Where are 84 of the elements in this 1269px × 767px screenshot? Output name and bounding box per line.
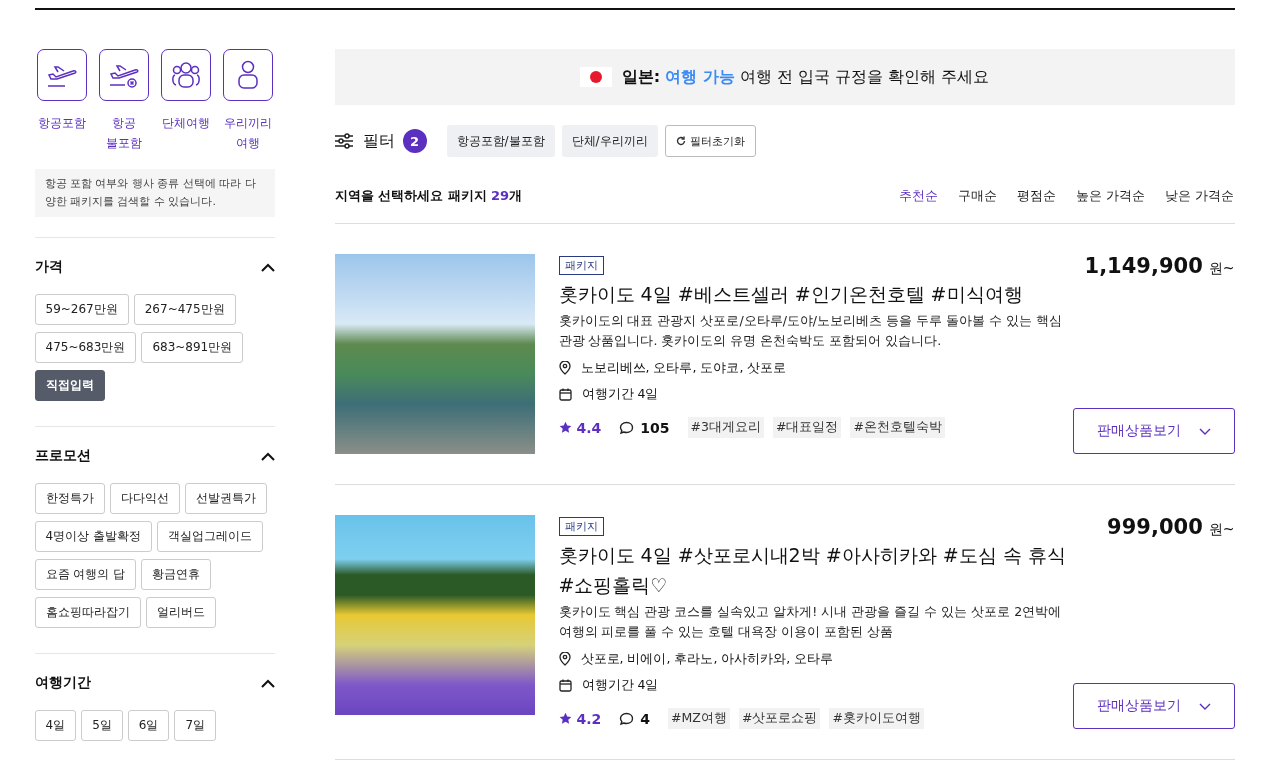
filter-option[interactable]: 다다익선 (109, 483, 180, 514)
filter-option[interactable]: 4명이상 출발확정 (34, 521, 152, 552)
results-count: 지역을 선택하세요 패키지 29개 (334, 187, 523, 205)
sort-option[interactable]: 낮은 가격순 (1165, 187, 1235, 205)
product-type-badge: 패키지 (558, 517, 604, 536)
filter-option[interactable]: 객실업그레이드 (156, 521, 263, 552)
filter-section-title: 여행기간 (34, 674, 91, 692)
hashtag[interactable]: #홋카이도여행 (829, 708, 924, 729)
japan-flag-icon (579, 67, 612, 87)
hashtag[interactable]: #삿포로쇼핑 (738, 708, 821, 729)
chevron-up-icon[interactable] (260, 262, 275, 272)
filter-option[interactable]: 475~683만원 (34, 332, 137, 363)
price-unit: 원~ (1208, 260, 1235, 278)
rating-value: 4.2 (576, 710, 602, 727)
category-button[interactable]: 단체여행 (158, 49, 213, 153)
comment-icon (619, 711, 635, 726)
chevron-down-icon (1198, 702, 1211, 710)
view-products-button[interactable]: 판매상품보기 (1072, 408, 1235, 454)
filter-count-badge: 2 (402, 129, 427, 153)
filter-option[interactable]: 6일 (127, 710, 170, 741)
filter-option[interactable]: 683~891만원 (141, 332, 244, 363)
product-duration: 여행기간 4일 (581, 385, 659, 403)
calendar-icon (558, 387, 572, 401)
filter-option[interactable]: 요즘 여행의 답 (34, 559, 137, 590)
product-description: 홋카이도의 대표 관광지 삿포로/오타루/도야/노보리베츠 등을 두루 돌아볼 수 있는 핵심 관광 상품입니다. 홋카이도의 유명 온천숙박도 포함되어 있습니다. (558, 312, 1063, 350)
category-button[interactable]: 항공포함 (34, 49, 89, 153)
active-filter-chip[interactable]: 항공포함/불포함 (446, 125, 555, 157)
filter-option[interactable]: 7일 (174, 710, 217, 741)
filter-option[interactable]: 얼리버드 (145, 597, 216, 628)
product-price: 999,000 (1107, 515, 1203, 539)
group-icon (169, 59, 202, 91)
filter-option[interactable]: 267~475만원 (133, 294, 236, 325)
sort-option[interactable]: 추천순 (899, 187, 939, 205)
filter-section-title: 프로모션 (34, 447, 91, 465)
active-filter-chip[interactable]: 단체/우리끼리 (561, 125, 658, 157)
filter-option[interactable]: 한정특가 (34, 483, 105, 514)
hashtag[interactable]: #3대게요리 (687, 417, 764, 438)
filter-option[interactable]: 4일 (34, 710, 77, 741)
filter-icon (334, 133, 353, 149)
chevron-up-icon[interactable] (260, 678, 275, 688)
category-button[interactable]: 우리끼리 여행 (220, 49, 275, 153)
photo-placeholder[interactable] (334, 254, 535, 454)
filter-option[interactable]: 직접입력 (34, 370, 105, 401)
filter-section-title: 가격 (34, 258, 63, 276)
chevron-up-icon[interactable] (260, 451, 275, 461)
filter-option[interactable]: 선발권특가 (184, 483, 267, 514)
hashtag[interactable]: #MZ여행 (668, 708, 730, 729)
product-description: 홋카이도 핵심 관광 코스를 실속있고 알차게! 시내 관광을 즐길 수 있는 삿포로 2연박에 여행의 피로를 풀 수 있는 호텔 대욕장 이용이 포함된 상품 (558, 603, 1063, 641)
location-pin-icon (558, 652, 571, 666)
filter-option[interactable]: 5일 (81, 710, 123, 741)
view-products-button[interactable]: 판매상품보기 (1072, 683, 1235, 729)
filter-label: 필터 (362, 130, 395, 152)
price-unit: 원~ (1208, 521, 1235, 539)
product-location: 삿포로, 비에이, 후라노, 아사히카와, 오타루 (580, 650, 834, 668)
hashtag[interactable]: #온천호텔숙박 (850, 417, 945, 438)
product-title[interactable]: 홋카이도 4일 #베스트셀러 #인기온천호텔 #미식여행 (558, 279, 1069, 309)
product-type-badge: 패키지 (558, 256, 604, 275)
review-count: 105 (640, 419, 670, 436)
star-icon (558, 421, 572, 434)
photo-placeholder[interactable] (334, 515, 535, 715)
sort-option[interactable]: 높은 가격순 (1076, 187, 1146, 205)
reset-filter-button[interactable]: 필터초기화 (664, 125, 756, 157)
product-duration: 여행기간 4일 (581, 676, 659, 694)
star-icon (558, 712, 572, 725)
filter-option[interactable]: 홈쇼핑따라잡기 (34, 597, 141, 628)
calendar-icon (558, 678, 572, 692)
category-button[interactable]: 항공 불포함 (96, 49, 151, 153)
product-location: 노보리베쓰, 오타루, 도야코, 삿포로 (580, 359, 787, 377)
hashtag[interactable]: #대표일정 (773, 417, 842, 438)
review-count: 4 (640, 710, 651, 727)
notice-text: 일본: 여행 가능 여행 전 입국 규정을 확인해 주세요 (621, 66, 990, 88)
filter-option[interactable]: 59~267만원 (34, 294, 129, 325)
product-title[interactable]: 홋카이도 4일 #삿포로시내2박 #아사히카와 #도심 속 휴식 #쇼핑홀릭♡ (558, 540, 1069, 600)
rating-value: 4.4 (576, 419, 602, 436)
refresh-icon (675, 136, 686, 146)
filter-option[interactable]: 황금연휴 (141, 559, 212, 590)
location-pin-icon (558, 361, 571, 375)
comment-icon (619, 420, 635, 435)
product-price: 1,149,900 (1084, 254, 1203, 278)
category-note: 항공 포함 여부와 행사 종류 선택에 따라 다양한 패키지를 검색할 수 있습니다. (34, 169, 275, 217)
chevron-down-icon (1198, 427, 1211, 435)
sort-option[interactable]: 구매순 (958, 187, 998, 205)
person-icon (235, 59, 260, 91)
sort-option[interactable]: 평점순 (1017, 187, 1057, 205)
